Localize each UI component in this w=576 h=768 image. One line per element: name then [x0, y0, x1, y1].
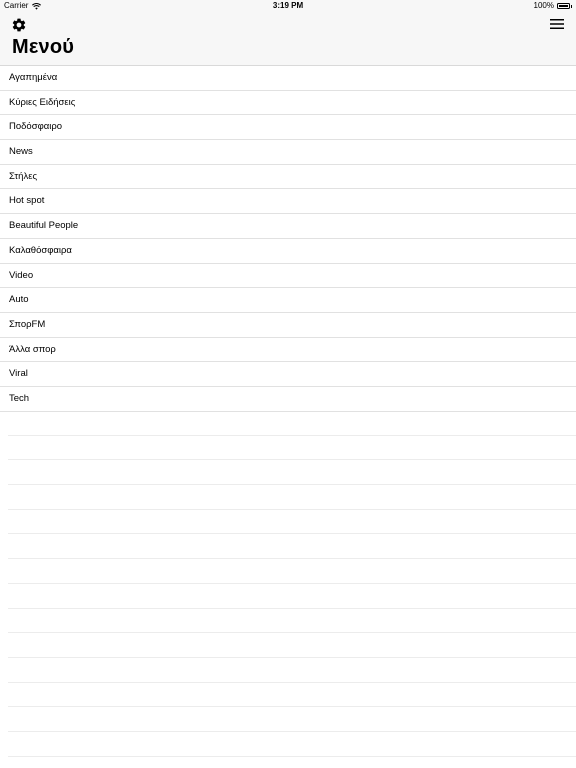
menu-item-sporfm[interactable]: ΣπορFM: [0, 313, 576, 338]
empty-row-separator: [8, 485, 576, 510]
page-title: Μενού: [12, 36, 75, 58]
menu-item-hot-spot[interactable]: Hot spot: [0, 189, 576, 215]
battery-percent: 100%: [533, 1, 554, 10]
menu-item-basketball[interactable]: Καλαθόσφαιρα: [0, 239, 576, 264]
menu-item-favorites[interactable]: Αγαπημένα: [0, 66, 576, 91]
empty-row-separator: [8, 658, 576, 683]
battery-icon: [557, 3, 572, 9]
menu-item-football[interactable]: Ποδόσφαιρο: [0, 115, 576, 141]
empty-row-separator: [8, 584, 576, 609]
menu-item-other-sports[interactable]: Άλλα σπορ: [0, 338, 576, 363]
empty-row-separator: [8, 559, 576, 584]
menu-item-top-news[interactable]: Κύριες Ειδήσεις: [0, 91, 576, 116]
menu-item-columns[interactable]: Στήλες: [0, 165, 576, 190]
empty-row-separator: [8, 707, 576, 732]
menu-item-auto[interactable]: Auto: [0, 288, 576, 313]
empty-row-separator: [8, 609, 576, 634]
battery-group: 100%: [533, 0, 572, 12]
empty-table-rows: [8, 411, 576, 757]
empty-row-separator: [8, 436, 576, 461]
empty-row-separator: [8, 633, 576, 658]
empty-row-separator: [8, 732, 576, 757]
empty-row-separator: [8, 683, 576, 708]
gear-icon[interactable]: [11, 17, 27, 33]
navigation-bar: Μενού: [0, 12, 576, 66]
menu-item-news[interactable]: News: [0, 140, 576, 165]
menu-item-viral[interactable]: Viral: [0, 362, 576, 387]
empty-row-separator: [8, 534, 576, 560]
menu-item-beautiful-people[interactable]: Beautiful People: [0, 214, 576, 239]
battery-fill: [559, 5, 568, 7]
status-time: 3:19 PM: [272, 1, 304, 10]
menu-list: Αγαπημένα Κύριες Ειδήσεις Ποδόσφαιρο New…: [0, 66, 576, 412]
empty-row-separator: [8, 510, 576, 535]
empty-row-separator: [8, 460, 576, 486]
menu-item-tech[interactable]: Tech: [0, 387, 576, 412]
menu-item-video[interactable]: Video: [0, 264, 576, 289]
empty-row-separator: [8, 411, 576, 436]
hamburger-icon[interactable]: [550, 18, 564, 30]
status-bar: Carrier 3:19 PM 100%: [0, 0, 576, 12]
